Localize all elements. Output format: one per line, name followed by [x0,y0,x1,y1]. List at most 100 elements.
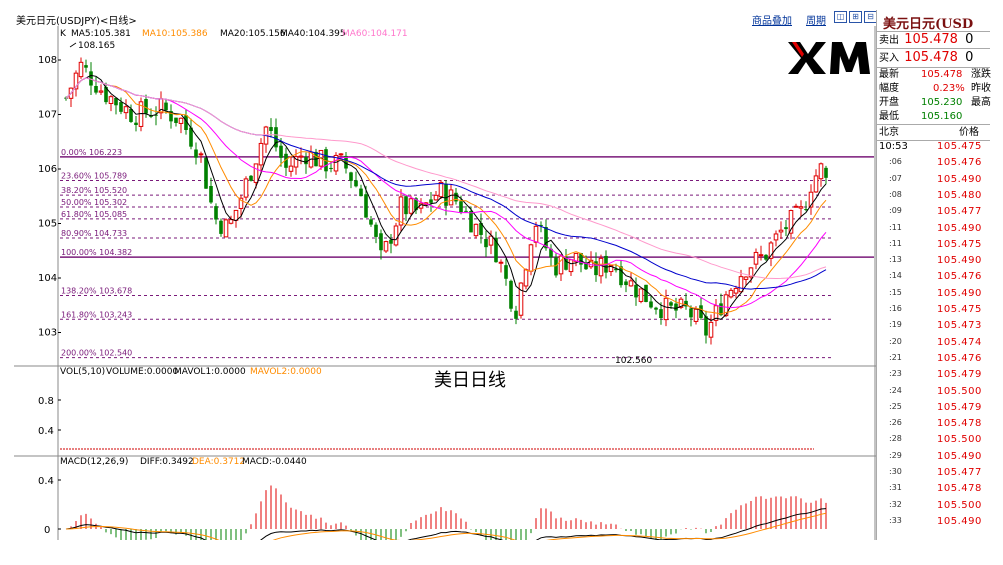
tick-row: :11 105.490 [877,223,990,239]
legend-ma5: MA5:105.381 [71,29,131,39]
tick-price: 105.473 [937,320,982,332]
sell-qty: 0 [965,32,974,47]
candle-body [469,210,473,233]
layout-button-2[interactable]: ⊞ [849,11,862,23]
candle-body [389,239,393,244]
candle-body [448,189,454,206]
period-link[interactable]: 周期 [806,12,826,27]
candle-body [554,257,558,276]
tick-price: 105.490 [937,287,982,299]
tick-price: 105.490 [937,515,982,527]
candle-body [233,209,239,221]
buy-price: 105.478 [904,50,958,65]
candle-body [329,167,333,169]
tick-price: 105.476 [937,352,982,364]
candle-body [369,219,373,225]
tick-time: :33 [889,515,902,525]
fib-label: 38.20% 105.520 [61,186,127,195]
tick-price: 105.500 [937,499,982,511]
candle-body [824,167,828,178]
macd-dea: DEA:0.3712 [192,457,245,467]
candle-body [144,99,148,114]
candle-body [628,280,634,287]
tick-price: 105.500 [937,385,982,397]
tick-row: :29 105.490 [877,451,990,467]
candle-body [504,265,508,279]
tick-time: :07 [889,173,902,183]
candle-body [94,85,98,93]
tick-row: 10:53 105.475 [877,141,990,157]
candle-body [123,106,129,114]
tick-row: :16 105.475 [877,304,990,320]
candle-body [374,224,378,237]
candle-body [349,172,353,181]
candle-body [728,289,734,298]
y-tick-label: 105 [38,219,57,230]
candle-body [654,307,658,310]
candle-body [598,257,604,277]
ma60-line [65,77,827,280]
candle-body [533,225,539,243]
candle-body [108,96,114,105]
candle-body [689,308,693,318]
y-tick-label: 103 [38,328,57,339]
candle-body [338,153,344,156]
tick-row: :15 105.490 [877,288,990,304]
candle-body [354,180,358,187]
tick-price: 105.474 [937,336,982,348]
fib-label: 0.00% 106.223 [61,148,122,157]
tick-row: :19 105.473 [877,320,990,336]
tick-time: :09 [889,206,902,216]
candle-body [198,153,204,156]
candle-body [743,276,749,280]
candle-body [674,303,678,311]
sell-row: 卖出 105.478 0 [877,31,990,48]
tick-row: :11 105.475 [877,239,990,255]
legend-ma10: MA10:105.386 [142,29,208,39]
candle-body [134,122,138,126]
tick-price: 105.490 [937,450,982,462]
candle-body [269,127,273,131]
tick-row: :07 105.490 [877,174,990,190]
panel-symbol: 美元日元(USD [883,17,974,31]
ticks-header: 北京 价格 [877,124,990,140]
macd-value: MACD:-0.0440 [242,457,307,467]
tick-price: 105.476 [937,157,982,169]
layout-button-1[interactable]: ◫ [834,11,847,23]
tick-list[interactable]: 10:53 105.475:06 105.476:07 105.490:08 105.4… [877,140,990,527]
moving-averages [65,74,827,322]
tick-price: 105.477 [937,206,982,218]
tick-price: 105.479 [937,369,982,381]
sell-price: 105.478 [904,32,958,47]
candle-body [509,280,513,309]
tick-time: :31 [889,483,902,493]
chart-window: 美元日元(USDJPY)<日线> 商品叠加 周期 ◫ ⊞ ⊟ 108 107 106… [14,10,991,540]
candle-body [764,254,768,260]
candle-body [249,175,253,181]
candlestick-chart[interactable]: 108 107 106 105 104 103 0.00% 106.223 23.60% 1… [14,26,876,540]
candle-body [228,219,234,224]
candle-body [398,196,404,226]
candle-body [393,225,399,246]
y-tick-label: 107 [38,110,57,121]
tick-price: 105.490 [937,222,982,234]
overlay-link[interactable]: 商品叠加 [752,12,792,27]
macd-diff: DIFF:0.3492 [140,457,194,467]
tick-time: :23 [889,369,902,379]
fib-label: 61.80% 105.085 [61,210,127,219]
chart-watermark: 美日日线 [434,370,506,391]
candle-body [258,142,264,166]
candle-body [528,244,534,272]
candle-body [818,163,824,180]
tick-price: 105.478 [937,418,982,430]
candle-body [178,117,184,124]
candle-body [383,241,389,252]
tick-time: :16 [889,304,902,313]
tick-time: :29 [889,450,902,460]
candle-body [473,223,479,237]
tick-row: :32 105.500 [877,500,990,516]
candle-body [223,219,229,238]
stat-low: 最低 105.160 [879,111,963,122]
fib-label: 100.00% 104.382 [61,248,132,257]
tick-row: :09 105.477 [877,206,990,222]
